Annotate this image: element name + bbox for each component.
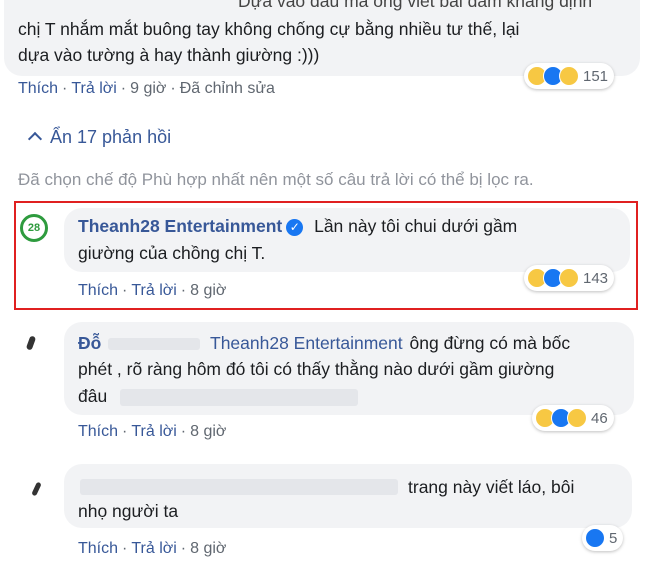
reply-link[interactable]: Trả lời xyxy=(131,540,176,557)
avatar[interactable] xyxy=(20,476,48,504)
like-link[interactable]: Thích xyxy=(78,282,118,299)
like-icon xyxy=(585,528,605,548)
comment-text-line: dựa vào tường à hay thành giường :))) xyxy=(18,45,320,65)
like-link[interactable]: Thích xyxy=(78,540,118,557)
blurred-name xyxy=(108,338,200,350)
author-name[interactable]: Theanh28 Entertainment xyxy=(78,216,282,236)
reaction-summary[interactable]: 5 xyxy=(582,525,624,551)
sad-icon xyxy=(559,66,579,86)
timestamp[interactable]: 8 giờ xyxy=(190,282,226,299)
hide-replies-toggle[interactable]: Ẩn 17 phản hồi xyxy=(27,127,172,148)
reply-text-line: phét , rõ ràng hôm đó tôi có thấy thằng … xyxy=(78,359,555,379)
blurred-name xyxy=(80,479,398,495)
reply-line: Đỗ xyxy=(78,330,101,357)
comment-text-line: Dựa vào đâu mà ông viết bài dám khẳng đị… xyxy=(238,0,593,11)
avatar-shape xyxy=(31,481,42,497)
reply-text-line: giường của chồng chị T. xyxy=(78,243,266,263)
reply-link[interactable]: Trả lời xyxy=(131,423,176,440)
sad-icon xyxy=(559,268,579,288)
sad-icon xyxy=(567,408,587,428)
comment-text-line: chị T nhắm mắt buông tay không chống cự … xyxy=(18,19,520,39)
author-name[interactable]: Đỗ xyxy=(78,333,101,353)
avatar-logo-text: 28 xyxy=(27,222,41,234)
tagged-page[interactable]: Theanh28 Entertainment xyxy=(210,333,403,353)
timestamp[interactable]: 9 giờ xyxy=(130,80,166,97)
reaction-summary[interactable]: 151 xyxy=(524,63,615,89)
blurred-text xyxy=(120,389,358,406)
reply-line: Theanh28 Entertainment ✓ Lần này tôi chui… xyxy=(78,213,517,240)
reaction-summary[interactable]: 46 xyxy=(532,405,614,431)
reply-line: Theanh28 Entertainment ông đừng có mà bố… xyxy=(210,330,570,357)
hide-replies-label: Ẩn 17 phản hồi xyxy=(50,127,172,147)
timestamp[interactable]: 8 giờ xyxy=(190,423,226,440)
reaction-count: 143 xyxy=(583,269,609,287)
reply-link[interactable]: Trả lời xyxy=(71,80,116,97)
avatar[interactable]: 28 xyxy=(20,214,48,242)
like-link[interactable]: Thích xyxy=(18,80,58,97)
reply-text-line: trang này viết láo, bôi xyxy=(408,477,575,497)
reaction-count: 5 xyxy=(609,529,618,547)
filter-notice: Đã chọn chế độ Phù hợp nhất nên một số c… xyxy=(18,170,534,189)
like-link[interactable]: Thích xyxy=(78,423,118,440)
reply-link[interactable]: Trả lời xyxy=(131,282,176,299)
reply-text-line: đâu xyxy=(78,386,108,406)
reply-text: ông đừng có mà bốc xyxy=(409,333,571,353)
reaction-count: 151 xyxy=(583,67,609,85)
reply-actions: Thích · Trả lời · 8 giờ xyxy=(78,282,227,299)
avatar-shape xyxy=(25,335,37,351)
avatar[interactable] xyxy=(20,330,48,358)
timestamp[interactable]: 8 giờ xyxy=(190,540,226,557)
reaction-count: 46 xyxy=(591,409,608,427)
reaction-summary[interactable]: 143 xyxy=(524,265,615,291)
chevron-up-icon xyxy=(27,131,43,147)
reply-actions: Thích · Trả lời · 8 giờ xyxy=(78,423,227,440)
comment-actions: Thích · Trả lời · 9 giờ · Đã chỉnh sửa xyxy=(18,80,275,97)
reply-actions: Thích · Trả lời · 8 giờ xyxy=(78,540,227,557)
reply-text-line: nhọ người ta xyxy=(78,501,179,521)
verified-badge-icon: ✓ xyxy=(286,219,304,236)
edited-label[interactable]: Đã chỉnh sửa xyxy=(180,80,275,97)
reply-text: Lần này tôi chui dưới gầm xyxy=(314,216,518,236)
